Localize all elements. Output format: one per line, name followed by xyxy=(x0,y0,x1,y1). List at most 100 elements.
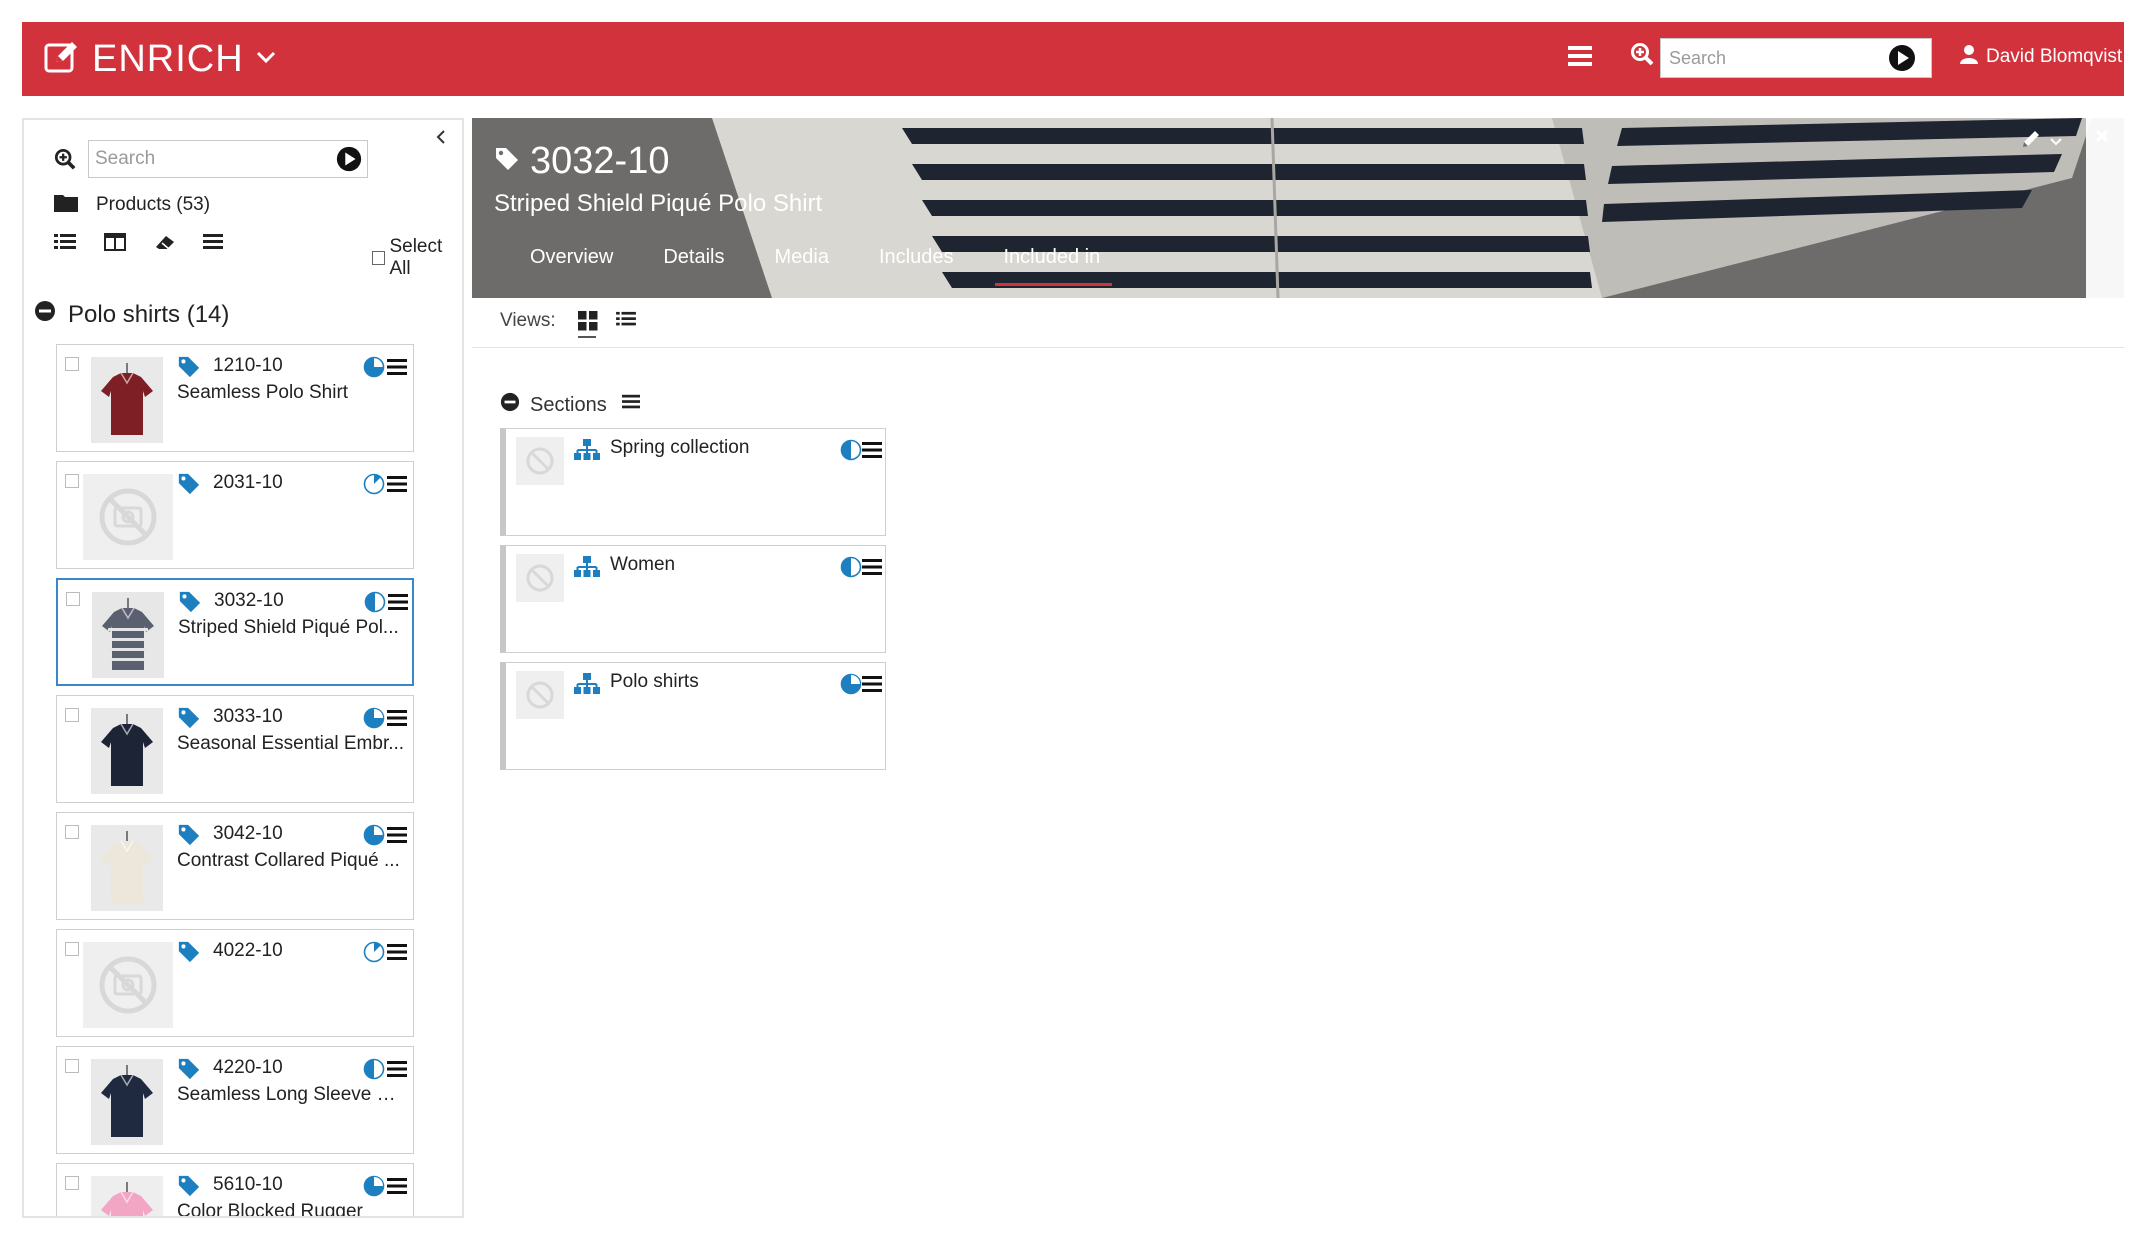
status-pie-icon[interactable] xyxy=(363,824,385,851)
status-pie-icon[interactable] xyxy=(363,1058,385,1085)
status-pie-icon[interactable] xyxy=(363,941,385,968)
select-all-label: Select All xyxy=(389,236,443,279)
section-card[interactable]: Spring collection xyxy=(500,428,886,536)
product-thumbnail xyxy=(91,708,163,794)
product-card[interactable]: 3032-10 Striped Shield Piqué Pol... xyxy=(56,578,414,686)
product-checkbox[interactable] xyxy=(65,1059,79,1073)
product-card[interactable]: 4022-10 xyxy=(56,929,414,1037)
tag-icon xyxy=(177,355,201,384)
product-code: 3032-10 xyxy=(214,590,284,611)
edit-menu[interactable] xyxy=(2020,128,2062,155)
hamburger-menu-icon[interactable] xyxy=(862,559,882,580)
section-name: Polo shirts xyxy=(610,671,699,692)
status-pie-icon[interactable] xyxy=(364,591,386,618)
close-icon[interactable] xyxy=(2094,128,2110,149)
status-pie-icon[interactable] xyxy=(363,473,385,500)
brand-menu[interactable]: ENRICH xyxy=(44,36,276,82)
product-code: 5610-10 xyxy=(213,1174,283,1195)
tab-media[interactable]: Media xyxy=(775,246,829,286)
collapse-circle-icon[interactable] xyxy=(34,300,56,329)
hamburger-menu-icon[interactable] xyxy=(387,944,407,965)
select-all-toggle[interactable]: Select All xyxy=(372,236,462,280)
list-toolbar: Select All xyxy=(54,232,462,279)
hamburger-menu-icon[interactable] xyxy=(387,827,407,848)
header-search-input[interactable] xyxy=(1661,39,1883,77)
tag-icon xyxy=(177,1057,201,1086)
list-view-icon[interactable] xyxy=(616,311,636,334)
product-name: Contrast Collared Piqué ... xyxy=(177,850,400,871)
collapse-circle-icon[interactable] xyxy=(500,392,520,418)
hamburger-menu-icon[interactable] xyxy=(862,442,882,463)
product-checkbox[interactable] xyxy=(65,474,79,488)
grid-view-icon[interactable] xyxy=(578,311,598,336)
sections-header[interactable]: Sections xyxy=(500,392,641,418)
product-card[interactable]: 2031-10 xyxy=(56,461,414,569)
tab-includes[interactable]: Includes xyxy=(879,246,954,286)
product-checkbox[interactable] xyxy=(66,592,80,606)
brand-name: ENRICH xyxy=(92,37,244,80)
hamburger-menu-icon[interactable] xyxy=(387,476,407,497)
product-checkbox[interactable] xyxy=(65,708,79,722)
tag-icon xyxy=(177,1174,201,1203)
user-name: David Blomqvist xyxy=(1986,46,2123,67)
section-name: Spring collection xyxy=(610,437,750,458)
hamburger-menu-icon[interactable] xyxy=(1567,44,1593,73)
hamburger-menu-icon[interactable] xyxy=(387,1178,407,1199)
user-menu[interactable]: David Blomqvist xyxy=(1960,44,2122,70)
select-all-checkbox[interactable] xyxy=(372,251,386,265)
product-checkbox[interactable] xyxy=(65,357,79,371)
status-pie-icon[interactable] xyxy=(840,673,862,700)
product-card[interactable]: 1210-10 Seamless Polo Shirt xyxy=(56,344,414,452)
product-card[interactable]: 4220-10 Seamless Long Sleeve Po... xyxy=(56,1046,414,1154)
list-view-icon[interactable] xyxy=(54,232,76,257)
product-checkbox[interactable] xyxy=(65,1176,79,1190)
zoom-search-icon[interactable] xyxy=(1630,42,1654,73)
folder-icon xyxy=(54,192,78,218)
status-pie-icon[interactable] xyxy=(363,1175,385,1202)
hamburger-menu-icon[interactable] xyxy=(387,710,407,731)
section-card[interactable]: Women xyxy=(500,545,886,653)
group-header[interactable]: Polo shirts (14) xyxy=(34,300,229,329)
product-card[interactable]: 3042-10 Contrast Collared Piqué ... xyxy=(56,812,414,920)
hamburger-menu-icon[interactable] xyxy=(387,1061,407,1082)
status-pie-icon[interactable] xyxy=(840,439,862,466)
tab-overview[interactable]: Overview xyxy=(530,246,613,286)
zoom-search-icon[interactable] xyxy=(54,148,76,177)
search-go-icon[interactable] xyxy=(335,145,363,178)
status-pie-icon[interactable] xyxy=(363,356,385,383)
columns-icon[interactable] xyxy=(104,232,126,257)
hamburger-menu-icon[interactable] xyxy=(202,232,224,257)
products-folder[interactable]: Products (53) xyxy=(54,192,210,218)
status-pie-icon[interactable] xyxy=(363,707,385,734)
hierarchy-icon xyxy=(574,673,600,700)
product-card[interactable]: 3033-10 Seasonal Essential Embr... xyxy=(56,695,414,803)
product-thumbnail xyxy=(91,1059,163,1145)
collapse-panel-icon[interactable] xyxy=(434,128,448,151)
product-name: Seamless Polo Shirt xyxy=(177,382,349,403)
tab-included-in[interactable]: Included in xyxy=(995,246,1112,286)
no-image-icon xyxy=(516,671,564,719)
product-checkbox[interactable] xyxy=(65,825,79,839)
product-card[interactable]: 5610-10 Color Blocked Rugger xyxy=(56,1163,414,1218)
eraser-icon[interactable] xyxy=(154,232,178,257)
section-card[interactable]: Polo shirts xyxy=(500,662,886,770)
search-go-icon[interactable] xyxy=(1887,43,1917,78)
status-pie-icon[interactable] xyxy=(840,556,862,583)
tag-icon xyxy=(494,146,520,177)
hamburger-menu-icon[interactable] xyxy=(621,393,641,417)
tag-icon xyxy=(177,940,201,969)
list-search-input[interactable] xyxy=(89,141,325,177)
no-image-icon xyxy=(516,437,564,485)
product-list-panel: Products (53) Select All Po xyxy=(22,118,464,1218)
product-name: Color Blocked Rugger xyxy=(177,1201,363,1218)
hamburger-menu-icon[interactable] xyxy=(388,594,408,615)
product-name: Seasonal Essential Embr... xyxy=(177,733,405,754)
sections-label: Sections xyxy=(530,393,607,416)
views-bar: Views: xyxy=(472,298,2124,348)
hamburger-menu-icon[interactable] xyxy=(862,676,882,697)
tab-details[interactable]: Details xyxy=(663,246,724,286)
tag-icon xyxy=(177,472,201,501)
hamburger-menu-icon[interactable] xyxy=(387,359,407,380)
product-checkbox[interactable] xyxy=(65,942,79,956)
no-image-icon xyxy=(83,474,173,560)
